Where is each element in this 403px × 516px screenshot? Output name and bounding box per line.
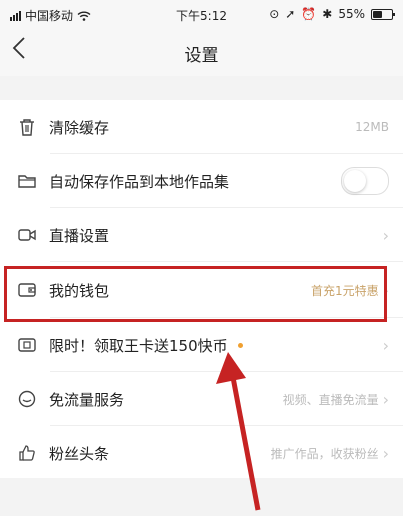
location-icon: ➚: [285, 7, 296, 21]
folder-icon: [17, 171, 37, 191]
footer-space: [0, 478, 403, 516]
settings-list: 清除缓存 12MB 自动保存作品到本地作品集 直播设置 › 我的钱包 首充1元特…: [0, 100, 403, 480]
battery-percent: 55%: [338, 7, 365, 21]
chevron-right-icon: ›: [382, 225, 389, 245]
settings-row-label: 我的钱包: [49, 281, 110, 300]
wallet-promo: 首充1元特惠: [310, 283, 379, 298]
alarm-icon: ⏰: [301, 7, 317, 21]
settings-row-value: 12MB: [355, 120, 389, 134]
settings-row-label: 粉丝头条: [49, 444, 110, 463]
bluetooth-icon: ✱: [322, 7, 333, 21]
settings-row-label: 自动保存作品到本地作品集: [49, 172, 230, 191]
smile-circle-icon: [17, 389, 37, 409]
chevron-right-icon: ›: [382, 280, 389, 300]
thumbs-up-icon: [17, 443, 37, 463]
settings-row-wallet[interactable]: 我的钱包 首充1元特惠 ›: [0, 262, 403, 318]
battery-icon: [371, 8, 395, 20]
settings-row-clear-cache[interactable]: 清除缓存 12MB: [0, 100, 403, 154]
settings-row-label: 免流量服务: [49, 390, 125, 409]
settings-row-king-card[interactable]: 限时！领取王卡送150快币 ›: [0, 318, 403, 372]
trash-icon: [17, 117, 37, 137]
settings-row-label: 限时！领取王卡送150快币: [49, 336, 228, 355]
settings-row-label: 清除缓存: [49, 118, 110, 137]
settings-row-auto-save: 自动保存作品到本地作品集: [0, 154, 403, 208]
settings-row-label: 直播设置: [49, 226, 110, 245]
new-badge-dot: [237, 342, 243, 348]
card-icon: [17, 335, 37, 355]
auto-save-toggle[interactable]: [341, 167, 389, 195]
chevron-right-icon: ›: [382, 443, 389, 463]
wallet-icon: [17, 280, 37, 300]
chevron-right-icon: ›: [382, 335, 389, 355]
settings-row-value: 推广作品，收获粉丝: [270, 446, 379, 461]
lock-rotation-icon: ⊙: [269, 7, 280, 21]
video-camera-icon: [17, 225, 37, 245]
settings-row-live[interactable]: 直播设置 ›: [0, 208, 403, 262]
settings-row-value: 视频、直播免流量: [282, 392, 379, 407]
chevron-right-icon: ›: [382, 389, 389, 409]
settings-row-fans[interactable]: 粉丝头条 推广作品，收获粉丝 ›: [0, 426, 403, 480]
settings-row-free-data[interactable]: 免流量服务 视频、直播免流量 ›: [0, 372, 403, 426]
page-title: 设置: [184, 46, 219, 66]
nav-bar: 设置: [0, 28, 403, 76]
status-bar: 中国移动 下午5:12 ⊙ ➚ ⏰ ✱ 55%: [0, 0, 403, 28]
